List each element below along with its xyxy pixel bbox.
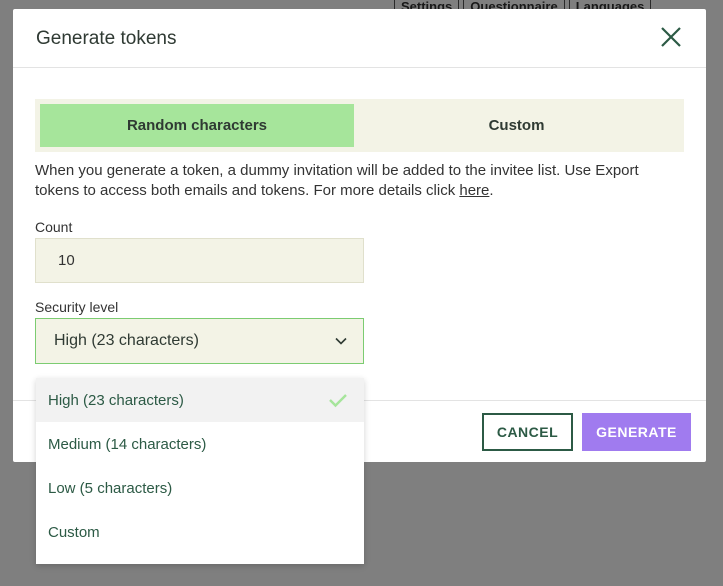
description-body: When you generate a token, a dummy invit… (35, 162, 639, 199)
tab-custom[interactable]: Custom (354, 104, 679, 147)
security-level-dropdown: High (23 characters) Medium (14 characte… (36, 378, 364, 564)
generate-button[interactable]: GENERATE (582, 413, 691, 451)
security-level-value: High (23 characters) (54, 332, 199, 349)
close-button[interactable] (658, 24, 684, 50)
option-medium[interactable]: Medium (14 characters) (36, 422, 364, 466)
option-low[interactable]: Low (5 characters) (36, 466, 364, 510)
security-level-select[interactable]: High (23 characters) (35, 318, 364, 364)
dialog-header: Generate tokens (13, 9, 706, 68)
description-end: . (489, 182, 494, 199)
option-label: Custom (48, 523, 100, 541)
cancel-button[interactable]: CANCEL (482, 413, 573, 451)
details-link[interactable]: here (459, 182, 489, 199)
dialog-title: Generate tokens (36, 28, 177, 49)
chevron-down-icon (335, 337, 347, 345)
option-label: Medium (14 characters) (48, 435, 207, 453)
option-custom[interactable]: Custom (36, 510, 364, 554)
close-icon (661, 27, 681, 47)
check-icon (329, 394, 347, 408)
count-input[interactable] (35, 238, 364, 283)
description-text: When you generate a token, a dummy invit… (35, 161, 675, 201)
security-level-label: Security level (35, 299, 119, 315)
tab-random-characters[interactable]: Random characters (40, 104, 354, 147)
option-label: Low (5 characters) (48, 479, 173, 497)
option-high[interactable]: High (23 characters) (36, 378, 364, 422)
count-label: Count (35, 219, 73, 235)
token-type-tabs: Random characters Custom (35, 99, 684, 152)
option-label: High (23 characters) (48, 391, 184, 409)
